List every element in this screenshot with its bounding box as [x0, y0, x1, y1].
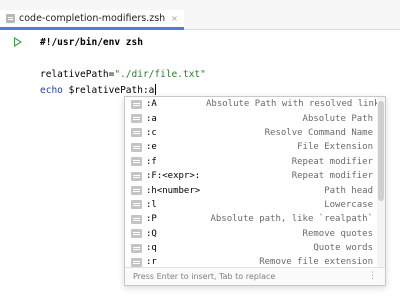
completion-item-name: :c	[146, 127, 157, 138]
text-caret	[155, 84, 157, 95]
completion-item-description: File Extension	[297, 142, 373, 153]
completion-item-description: Absolute Path with resolved links	[206, 99, 379, 110]
close-icon[interactable]: ×	[171, 14, 178, 23]
completion-kind-icon	[131, 186, 142, 196]
variable-name: relativePath=	[40, 69, 115, 80]
completion-item[interactable]: :l Lowercase	[125, 198, 379, 212]
completion-item-description: Lowercase	[324, 199, 373, 210]
run-icon[interactable]	[14, 37, 22, 47]
completion-item-name: :A	[146, 99, 157, 110]
completion-item-description: Absolute path, like `realpath`	[210, 214, 373, 225]
completion-kind-icon	[131, 243, 142, 253]
completion-item[interactable]: :a Absolute Path	[125, 111, 379, 125]
completion-item-description: Repeat modifier	[291, 171, 373, 182]
completion-item[interactable]: :q Quote words	[125, 241, 379, 255]
completion-item[interactable]: :f Repeat modifier	[125, 155, 379, 169]
completion-item-description: Quote words	[313, 243, 373, 254]
completion-kind-icon	[131, 142, 142, 152]
tab-code-completion-modifiers[interactable]: code-completion-modifiers.zsh ×	[0, 10, 184, 30]
completion-scrollbar[interactable]	[377, 97, 385, 269]
scroll-thumb[interactable]	[378, 101, 384, 201]
completion-item[interactable]: :Q Remove quotes	[125, 227, 379, 241]
completion-item-name: :e	[146, 142, 157, 153]
completion-kind-icon	[131, 200, 142, 210]
completion-item-name: :P	[146, 214, 157, 225]
completion-kind-icon	[131, 229, 142, 239]
completion-item-name: :r	[146, 257, 157, 268]
completion-item[interactable]: :F:<expr>: Repeat modifier	[125, 169, 379, 183]
editor-gutter	[0, 30, 34, 298]
completion-item-description: Remove file extension	[259, 257, 373, 268]
code-line-echo[interactable]: echo $relativePath:a	[40, 84, 157, 96]
completion-kind-icon	[131, 99, 142, 109]
completion-kind-icon	[131, 114, 142, 124]
completion-kind-icon	[131, 214, 142, 224]
string-literal: "./dir/file.txt"	[114, 69, 206, 80]
completion-item[interactable]: :P Absolute path, like `realpath`	[125, 212, 379, 226]
completion-hint: Press Enter to insert, Tab to replace	[133, 272, 276, 281]
file-icon	[6, 14, 15, 23]
completion-popup: :A Absolute Path with resolved links :a Abs…	[124, 96, 386, 286]
completion-item-description: Remove quotes	[302, 228, 373, 239]
completion-item[interactable]: :c Resolve Command Name	[125, 126, 379, 140]
code-line-assignment[interactable]: relativePath="./dir/file.txt"	[40, 69, 206, 81]
completion-item-name: :Q	[146, 228, 157, 239]
completion-item-name: :f	[146, 156, 157, 167]
completion-item-name: :F:<expr>:	[146, 171, 201, 182]
completion-item[interactable]: :h<number> Path head	[125, 183, 379, 197]
more-options-icon[interactable]: ⋮	[368, 271, 377, 281]
completion-item-description: Absolute Path	[302, 113, 373, 124]
completion-kind-icon	[131, 257, 142, 267]
completion-item[interactable]: :e File Extension	[125, 140, 379, 154]
completion-item-description: Path head	[324, 185, 373, 196]
completion-item-name: :a	[146, 113, 157, 124]
echo-argument: $relativePath:a	[62, 85, 155, 96]
completion-list: :A Absolute Path with resolved links :a Abs…	[125, 97, 379, 269]
editor-tab-bar: code-completion-modifiers.zsh ×	[0, 0, 400, 30]
code-line-shebang[interactable]: #!/usr/bin/env zsh	[40, 37, 143, 49]
completion-footer: Press Enter to insert, Tab to replace ⋮	[125, 267, 385, 285]
keyword-echo: echo	[40, 85, 63, 96]
completion-item-name: :h<number>	[146, 185, 201, 196]
completion-kind-icon	[131, 157, 142, 167]
completion-item-description: Repeat modifier	[291, 156, 373, 167]
completion-kind-icon	[131, 171, 142, 181]
completion-kind-icon	[131, 128, 142, 138]
completion-item-description: Resolve Command Name	[264, 127, 373, 138]
completion-item-name: :l	[146, 199, 157, 210]
completion-item-name: :q	[146, 243, 157, 254]
completion-item[interactable]: :A Absolute Path with resolved links	[125, 97, 379, 111]
tab-label: code-completion-modifiers.zsh	[19, 13, 166, 24]
